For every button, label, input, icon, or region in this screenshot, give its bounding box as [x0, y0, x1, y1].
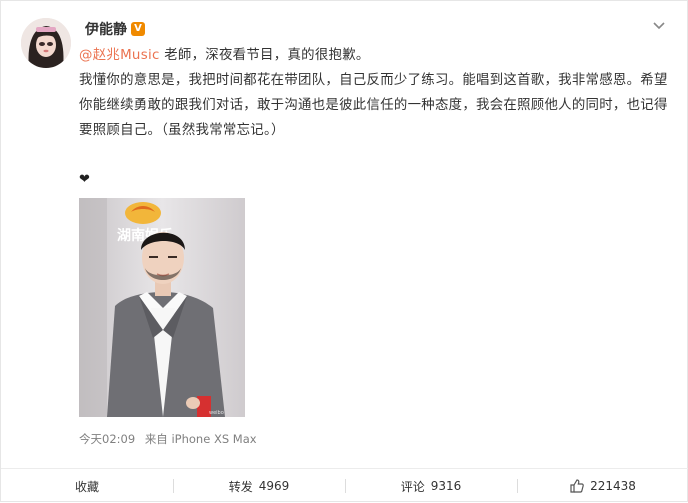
comment-button[interactable]: 评论 9316	[345, 469, 517, 503]
favorite-button[interactable]: 收藏	[1, 469, 173, 503]
favorite-label: 收藏	[74, 479, 99, 494]
post-first-line: @赵兆Music 老師，深夜看节目，真的很抱歉。	[79, 43, 671, 68]
svg-text:weibo: weibo	[209, 410, 224, 416]
post-first-line-text: 老師，深夜看节目，真的很抱歉。	[159, 48, 370, 63]
post-source: 来自 iPhone XS Max	[144, 432, 257, 446]
verified-badge-icon: V	[131, 22, 145, 36]
like-button[interactable]: 221438	[517, 469, 688, 503]
repost-label: 转发	[228, 479, 253, 494]
repost-count: 4969	[258, 479, 290, 493]
repost-button[interactable]: 转发 4969	[173, 469, 345, 503]
avatar[interactable]	[21, 18, 71, 68]
heart-icon: ❤	[79, 172, 90, 187]
weibo-post-card: 伊能静 V @赵兆Music 老師，深夜看节目，真的很抱歉。 我懂你的意思是，我…	[0, 0, 688, 502]
mention-link[interactable]: @赵兆Music	[79, 48, 160, 63]
post-image[interactable]: 湖南娱乐 weibo	[79, 198, 245, 417]
action-bar: 收藏 转发 4969 评论 9316 221438	[1, 468, 688, 503]
comment-label: 评论	[400, 479, 425, 494]
username-row: 伊能静 V	[85, 19, 145, 39]
chevron-down-icon[interactable]	[651, 19, 667, 33]
comment-count: 9316	[430, 479, 462, 493]
post-meta: 今天02:09 来自 iPhone XS Max	[79, 431, 263, 447]
post-text: @赵兆Music 老師，深夜看节目，真的很抱歉。 我懂你的意思是，我把时间都花在…	[79, 43, 671, 143]
post-time[interactable]: 今天02:09	[79, 432, 135, 446]
thumbs-up-icon	[570, 479, 584, 493]
post-body: 我懂你的意思是，我把时间都花在带团队，自己反而少了练习。能唱到这首歌，我非常感恩…	[79, 73, 668, 138]
like-count: 221438	[590, 479, 636, 493]
username[interactable]: 伊能静	[85, 19, 127, 39]
